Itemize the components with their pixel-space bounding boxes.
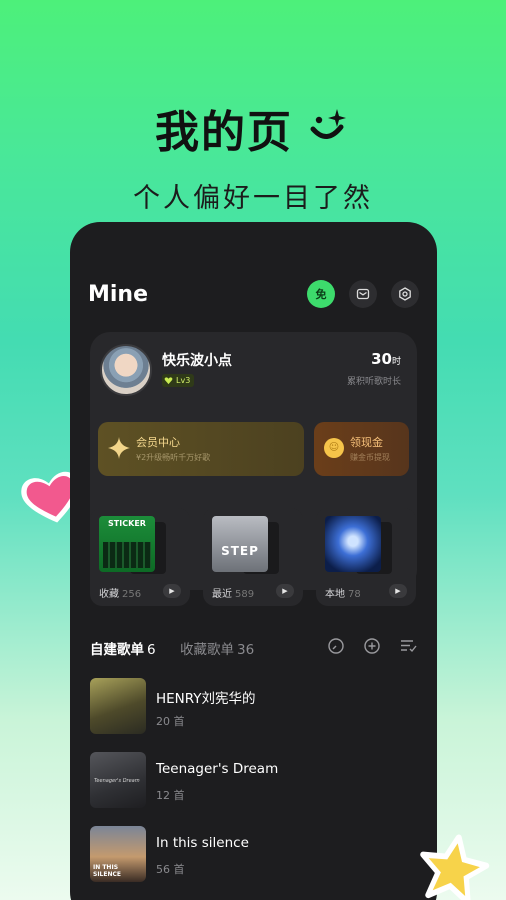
avatar[interactable] [100,344,152,396]
vip-center-title: 会员中心 [136,436,180,449]
play-button[interactable]: ▶ [163,584,181,598]
tile-recent[interactable]: STEP 最近 589 ▶ [203,508,303,606]
mail-icon [356,288,370,300]
playlist-cover: IN THIS SILENCE [90,826,146,882]
level-heart-icon [164,377,173,385]
listen-hours-value: 30 [371,350,392,368]
play-button[interactable]: ▶ [389,584,407,598]
promo-title-text: 我的页 [155,107,293,158]
album-cover-text: STICKER [108,519,146,528]
tile-local[interactable]: 本地 78 ▶ [316,508,416,606]
tile-count: 256 [122,589,142,600]
playlist-cover [90,678,146,734]
playlist-title: HENRY刘宪华的 [156,691,256,707]
album-cover: STICKER [99,516,155,572]
tile-label: 收藏 256 [99,589,142,600]
listen-hours-label: 累积听歌时长 [346,377,401,387]
level-badge[interactable]: Lv3 [162,374,195,387]
listen-hours: 30时 [371,350,401,368]
free-mode-button[interactable]: 免 [307,280,335,308]
promo-headline: 我的页 个人偏好一目了然 [0,96,506,215]
history-clock-icon[interactable] [327,637,345,655]
album-cover [325,516,381,572]
playlist-item[interactable]: HENRY刘宪华的 20 首 [90,678,417,736]
vip-center-card[interactable]: 会员中心 ¥2升级畅听千万好歌 [98,422,304,476]
promo-title: 我的页 [155,96,351,160]
album-cover-text: STEP [221,544,259,558]
vip-center-subtitle: ¥2升级畅听千万好歌 [136,453,211,462]
tile-count: 589 [235,589,255,600]
playlist-title: In this silence [156,835,249,851]
tile-favorites[interactable]: STICKER 收藏 256 ▶ [90,508,190,606]
tab-collected-playlists[interactable]: 收藏歌单 36 [180,638,254,658]
play-button[interactable]: ▶ [276,584,294,598]
playlist-cover-text: IN THIS SILENCE [93,864,121,878]
manage-list-icon[interactable] [399,637,417,655]
star-sticker-icon [420,834,490,900]
playlist-count: 12 首 [156,789,185,802]
claim-cash-title: 领现金 [350,436,383,449]
page-title: Mine [88,282,149,307]
tile-label: 最近 589 [212,589,255,600]
playlist-item[interactable]: IN THIS SILENCE In this silence 56 首 [90,826,417,884]
playlist-count: 56 首 [156,863,185,876]
library-tiles: STICKER 收藏 256 ▶ STEP 最近 589 ▶ 本地 78 ▶ [90,508,417,606]
tile-label: 本地 78 [325,589,361,600]
phone-mockup: Mine 免 快乐波小点 Lv3 30时 累积听歌时长 会员中心 ¥2升级畅听千… [70,222,437,900]
smile-sparkle-icon [310,109,346,139]
coin-icon: ☺ [324,438,344,458]
benefits-row: 会员中心 ¥2升级畅听千万好歌 ☺ 领现金 赚金币提现 [98,422,409,476]
listen-hours-unit: 时 [391,357,401,367]
settings-button[interactable] [391,280,419,308]
claim-cash-card[interactable]: ☺ 领现金 赚金币提现 [314,422,409,476]
claim-cash-subtitle: 赚金币提现 [350,453,390,462]
playlist-actions [327,637,417,655]
username[interactable]: 快乐波小点 [162,350,232,370]
tile-count: 78 [348,589,361,600]
playlist-title: Teenager's Dream [156,761,279,777]
playlist-cover: Teenager's Dream [90,752,146,808]
level-text: Lv3 [176,376,191,385]
playlist-count: 20 首 [156,715,185,728]
album-cover: STEP [212,516,268,572]
add-playlist-icon[interactable] [363,637,381,655]
header-actions: 免 [307,280,419,308]
mail-button[interactable] [349,280,377,308]
sparkle-icon [108,437,130,459]
promo-subtitle: 个人偏好一目了然 [133,183,373,214]
playlist-cover-text: Teenager's Dream [94,778,140,784]
playlist-tabs: 自建歌单 6 收藏歌单 36 [90,638,417,658]
tab-created-playlists[interactable]: 自建歌单 6 [90,638,156,658]
settings-icon [399,287,411,301]
playlist-item[interactable]: Teenager's Dream Teenager's Dream 12 首 [90,752,417,810]
